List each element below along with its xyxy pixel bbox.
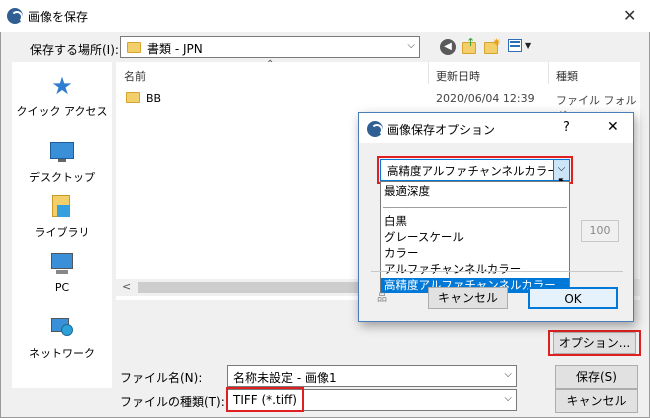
- scrollbar-thumb[interactable]: [138, 282, 358, 293]
- chevron-down-icon: ⌵: [504, 369, 512, 380]
- list-item[interactable]: グレースケール: [381, 230, 569, 245]
- close-icon[interactable]: ✕: [623, 6, 636, 25]
- table-row[interactable]: BB 2020/06/04 12:39 ファイル フォルダー: [116, 88, 640, 123]
- sort-chevron-icon: ⌃: [266, 59, 275, 70]
- title-bar: 画像を保存 ✕: [0, 0, 650, 32]
- save-button[interactable]: 保存(S): [555, 365, 638, 389]
- column-header-date[interactable]: 更新日時: [436, 68, 480, 84]
- depth-dropdown-list: 最適深度 白黒 グレースケール カラー アルファチャンネルカラー 高精度アルファ…: [380, 181, 570, 293]
- filename-input[interactable]: 名称未設定 - 画像1 ⌵: [227, 365, 517, 387]
- nav-desktop[interactable]: デスクトップ: [12, 140, 112, 185]
- nav-quick-access[interactable]: ★ クイック アクセス: [12, 74, 112, 119]
- column-header-type[interactable]: 種類: [556, 68, 578, 84]
- location-combo[interactable]: 書類 - JPN ⌵: [120, 36, 420, 58]
- help-icon[interactable]: ?: [563, 120, 570, 135]
- folder-icon: [126, 92, 140, 103]
- new-folder-icon[interactable]: ✷: [484, 36, 501, 54]
- options-title-bar: 画像保存オプション ? ✕: [359, 113, 633, 143]
- network-icon: [49, 316, 75, 340]
- nav-label: PC: [54, 281, 70, 294]
- view-menu-icon[interactable]: ▼: [508, 39, 532, 53]
- quality-label-fragment: 品: [377, 293, 387, 304]
- list-item[interactable]: カラー: [381, 246, 569, 261]
- pc-icon: [49, 252, 75, 276]
- list-item[interactable]: 最適深度: [381, 184, 569, 199]
- location-label: 保存する場所(I):: [30, 43, 119, 57]
- desktop-icon: [49, 140, 75, 164]
- filename-label: ファイル名(N):: [120, 371, 203, 385]
- filename-value: 名称未設定 - 画像1: [233, 371, 337, 385]
- file-name: BB: [146, 92, 162, 105]
- location-value: 書類 - JPN: [147, 42, 203, 56]
- options-title: 画像保存オプション: [387, 123, 496, 137]
- nav-network[interactable]: ネットワーク: [12, 316, 112, 361]
- image-save-options-dialog: 画像保存オプション ? ✕ 高精度アルファチャンネルカラー ⌵ ⬉ 最適深度 白…: [358, 112, 634, 322]
- window-title: 画像を保存: [28, 10, 89, 24]
- star-icon: ★: [51, 72, 73, 100]
- quality-input[interactable]: 100: [581, 220, 619, 242]
- scroll-left-icon[interactable]: <: [122, 280, 131, 293]
- close-icon[interactable]: ✕: [607, 119, 619, 135]
- nav-label: ライブラリ: [34, 226, 90, 239]
- filetype-highlight: [226, 387, 304, 412]
- nav-label: ネットワーク: [29, 347, 95, 360]
- list-item[interactable]: アルファチャンネルカラー: [381, 262, 569, 277]
- column-header-name[interactable]: 名前: [124, 68, 146, 84]
- folder-icon: [127, 42, 141, 53]
- back-icon[interactable]: ◀: [440, 39, 456, 55]
- list-item[interactable]: 白黒: [381, 214, 569, 229]
- filetype-label: ファイルの種類(T):: [120, 395, 225, 409]
- file-date: 2020/06/04 12:39: [436, 92, 535, 105]
- nav-label: クイック アクセス: [16, 105, 108, 118]
- nav-library[interactable]: ライブラリ: [12, 195, 112, 240]
- app-icon: [367, 121, 383, 137]
- divider: [371, 271, 623, 272]
- chevron-down-icon: ⌵: [407, 40, 415, 51]
- options-button[interactable]: オプション...: [553, 332, 636, 354]
- cancel-button[interactable]: キャンセル: [555, 389, 638, 413]
- chevron-down-icon: ⌵: [504, 393, 512, 404]
- up-folder-icon[interactable]: ↑: [462, 37, 476, 54]
- list-divider: [383, 207, 567, 208]
- options-ok-button[interactable]: OK: [528, 287, 618, 309]
- options-cancel-button[interactable]: キャンセル: [428, 287, 508, 309]
- app-icon: [7, 8, 23, 24]
- library-icon: [49, 195, 75, 219]
- nav-label: デスクトップ: [29, 171, 95, 184]
- depth-select-highlight: [377, 156, 573, 184]
- navigation-pane: ★ クイック アクセス デスクトップ ライブラリ PC ネットワーク: [12, 62, 112, 388]
- nav-pc[interactable]: PC: [12, 252, 112, 294]
